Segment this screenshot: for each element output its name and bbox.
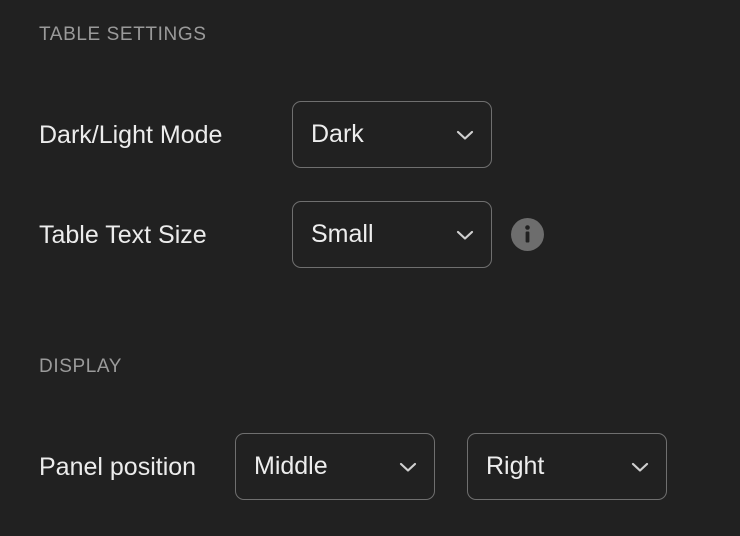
chevron-down-icon	[631, 461, 649, 473]
chevron-down-icon	[456, 229, 474, 241]
panel-position-vertical-value: Middle	[254, 452, 328, 480]
panel-position-label: Panel position	[39, 453, 197, 481]
dark-light-mode-value: Dark	[311, 120, 364, 148]
chevron-down-icon	[399, 461, 417, 473]
table-text-size-label: Table Text Size	[39, 221, 207, 249]
panel-position-vertical-select[interactable]: Middle	[235, 433, 435, 500]
panel-position-horizontal-value: Right	[486, 452, 545, 480]
display-section-title: DISPLAY	[39, 356, 123, 377]
table-text-size-value: Small	[311, 220, 374, 248]
info-icon[interactable]	[511, 218, 544, 251]
panel-position-horizontal-select[interactable]: Right	[467, 433, 667, 500]
dark-light-mode-label: Dark/Light Mode	[39, 121, 223, 149]
chevron-down-icon	[456, 129, 474, 141]
table-settings-section-title: TABLE SETTINGS	[39, 24, 207, 45]
table-text-size-select[interactable]: Small	[292, 201, 492, 268]
dark-light-mode-select[interactable]: Dark	[292, 101, 492, 168]
